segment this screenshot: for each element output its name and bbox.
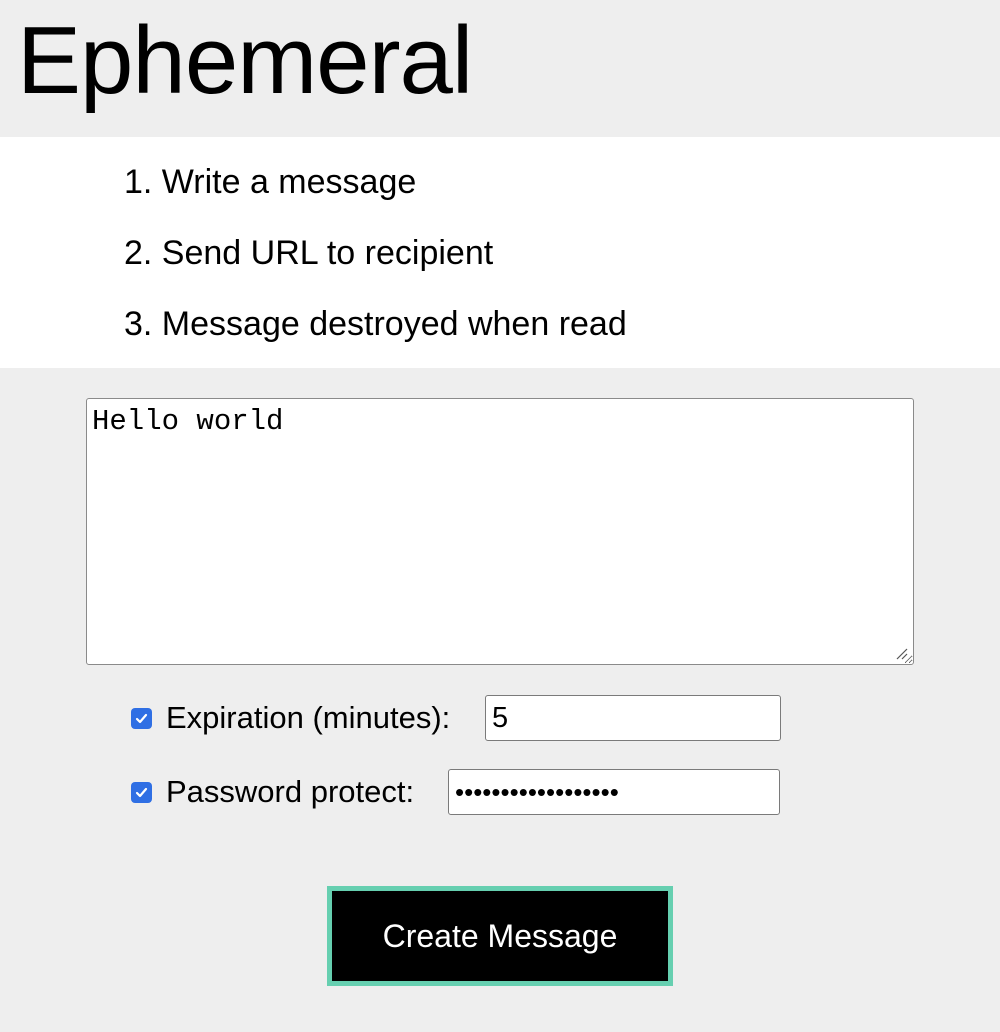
expiration-checkbox[interactable] — [131, 708, 152, 729]
steps-panel: 1. Write a message 2. Send URL to recipi… — [0, 137, 1000, 368]
password-checkbox[interactable] — [131, 782, 152, 803]
step-item: 3. Message destroyed when read — [124, 305, 627, 343]
header: Ephemeral — [0, 0, 1000, 137]
page-title: Ephemeral — [17, 7, 473, 114]
message-textarea[interactable]: Hello world — [86, 398, 914, 665]
password-label: Password protect: — [166, 774, 415, 809]
resize-grip-icon[interactable] — [894, 646, 908, 660]
step-item: 2. Send URL to recipient — [124, 234, 494, 272]
expiration-input[interactable] — [485, 695, 781, 741]
message-form: Hello world Expiration (minutes): Passwo… — [0, 368, 1000, 1032]
expiration-label: Expiration (minutes): — [166, 700, 451, 735]
step-item: 1. Write a message — [124, 163, 417, 201]
password-input[interactable] — [448, 769, 780, 815]
checkmark-icon — [135, 713, 148, 724]
create-message-button[interactable]: Create Message — [336, 895, 664, 977]
create-message-button-frame: Create Message — [327, 886, 673, 986]
checkmark-icon — [135, 787, 148, 798]
